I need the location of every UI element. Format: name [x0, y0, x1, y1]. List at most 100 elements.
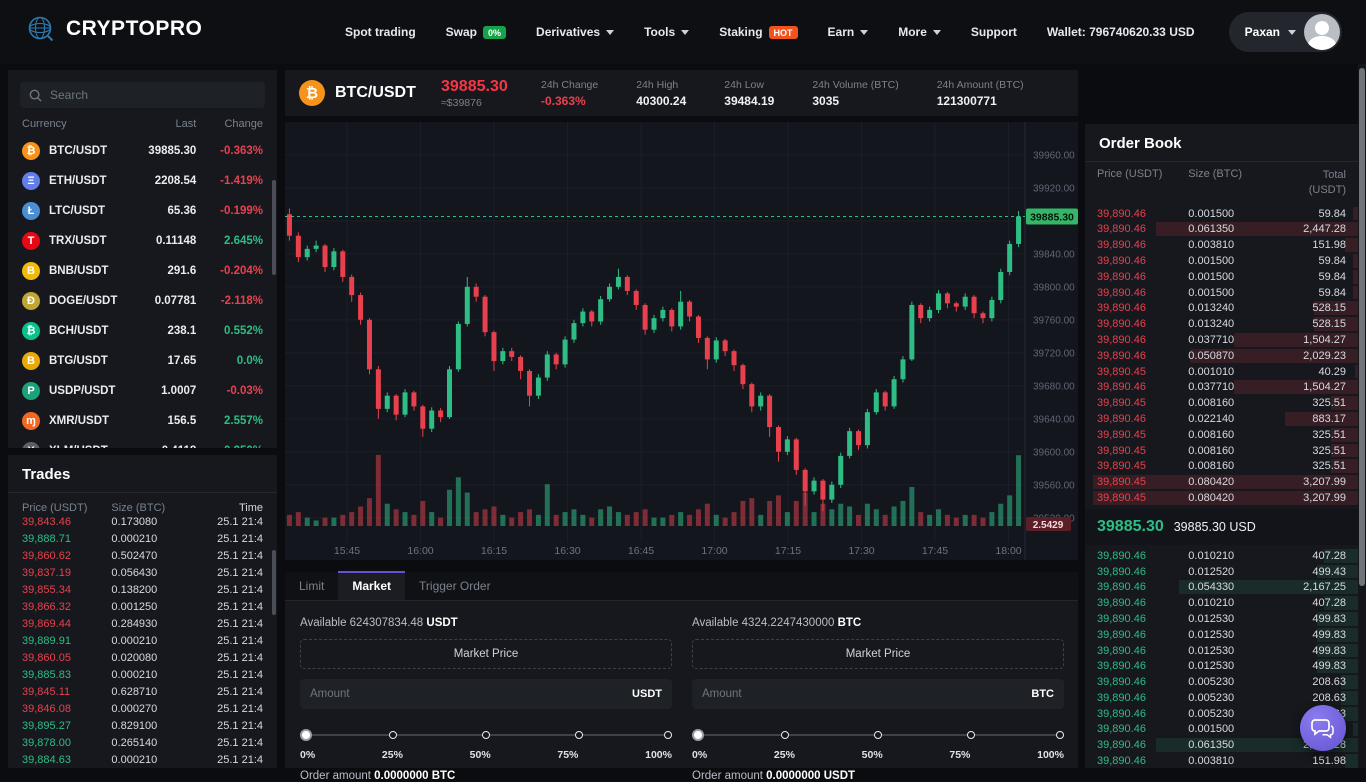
- bid-row[interactable]: 39,890.460.012530499.83: [1085, 611, 1358, 627]
- market-row[interactable]: ŁLTC/USDT65.36-0.199%: [8, 196, 277, 226]
- slider-knob-25[interactable]: [389, 731, 397, 739]
- trade-row[interactable]: 39,845.110.62871025.1 21:4: [8, 683, 277, 700]
- slider-knob-0[interactable]: [300, 729, 312, 741]
- trade-row[interactable]: 39,888.710.00021025.1 21:4: [8, 530, 277, 547]
- trades-scrollbar[interactable]: [272, 550, 276, 615]
- trade-row[interactable]: 39,860.620.50247025.1 21:4: [8, 547, 277, 564]
- trade-row[interactable]: 39,878.000.26514025.1 21:4: [8, 734, 277, 751]
- ask-row[interactable]: 39,890.460.0377101,504.27: [1085, 379, 1358, 395]
- market-row[interactable]: TTRX/USDT0.111482.645%: [8, 226, 277, 256]
- bid-row[interactable]: 39,890.460.005230208.63: [1085, 690, 1358, 706]
- tab-limit[interactable]: Limit: [285, 571, 338, 600]
- ask-row[interactable]: 39,890.450.008160325.51: [1085, 395, 1358, 411]
- slider-knob-0[interactable]: [692, 729, 704, 741]
- percent-slider[interactable]: [692, 729, 1064, 741]
- mid-price-row[interactable]: 39885.30 39885.30 USD: [1085, 509, 1358, 545]
- market-row[interactable]: XXLM/USDT0.41180.250%: [8, 436, 277, 448]
- bid-row[interactable]: 39,890.460.010210407.28: [1085, 595, 1358, 611]
- market-row[interactable]: ₿BTC/USDT39885.30-0.363%: [8, 136, 277, 166]
- ask-row[interactable]: 39,890.460.0613502,447.28: [1085, 221, 1358, 237]
- brand[interactable]: CRYPTOPRO: [26, 14, 202, 44]
- market-row[interactable]: BBTG/USDT17.650.0%: [8, 346, 277, 376]
- slider-knob-25[interactable]: [781, 731, 789, 739]
- bid-row[interactable]: 39,890.460.003810151.98: [1085, 753, 1358, 768]
- market-row[interactable]: ɱXMR/USDT156.52.557%: [8, 406, 277, 436]
- amount-field[interactable]: BTC: [692, 679, 1064, 709]
- percent-slider[interactable]: [300, 729, 672, 741]
- trade-row[interactable]: 39,846.080.00027025.1 21:4: [8, 700, 277, 717]
- ask-row[interactable]: 39,890.460.0377101,504.27: [1085, 332, 1358, 348]
- trade-row[interactable]: 39,895.270.82910025.1 21:4: [8, 717, 277, 734]
- ask-row[interactable]: 39,890.450.00101040.29: [1085, 364, 1358, 380]
- bid-row[interactable]: 39,890.460.012520499.43: [1085, 564, 1358, 580]
- search-box[interactable]: [20, 82, 265, 108]
- nav-item-tools[interactable]: Tools: [644, 25, 689, 39]
- ask-row[interactable]: 39,890.450.0804203,207.99: [1085, 474, 1358, 490]
- market-price-box[interactable]: Market Price: [300, 639, 672, 669]
- ask-row[interactable]: 39,890.450.0804203,207.99: [1085, 490, 1358, 506]
- ask-row[interactable]: 39,890.460.022140883.17: [1085, 411, 1358, 427]
- nav-item-staking[interactable]: StakingHOT: [719, 25, 797, 39]
- page-scrollbar-thumb[interactable]: [1359, 68, 1365, 586]
- trade-row[interactable]: 39,869.440.28493025.1 21:4: [8, 615, 277, 632]
- trade-row[interactable]: 39,885.830.00021025.1 21:4: [8, 666, 277, 683]
- bid-row[interactable]: 39,890.460.012530499.83: [1085, 658, 1358, 674]
- nav-item-spot-trading[interactable]: Spot trading: [345, 25, 416, 39]
- ask-row[interactable]: 39,890.460.00150059.84: [1085, 285, 1358, 301]
- bid-row[interactable]: 39,890.460.0543302,167.25: [1085, 579, 1358, 595]
- x-axis-tick: 16:00: [407, 545, 433, 557]
- bid-row[interactable]: 39,890.460.010210407.28: [1085, 548, 1358, 564]
- market-row[interactable]: PUSDP/USDT1.0007-0.03%: [8, 376, 277, 406]
- ask-row[interactable]: 39,890.450.008160325.51: [1085, 458, 1358, 474]
- trade-row[interactable]: 39,855.340.13820025.1 21:4: [8, 581, 277, 598]
- candlestick-chart[interactable]: 39960.0039920.0039880.0039840.0039800.00…: [285, 122, 1078, 560]
- bid-row[interactable]: 39,890.460.005230208.63: [1085, 674, 1358, 690]
- trade-row[interactable]: 39,884.630.00021025.1 21:4: [8, 751, 277, 768]
- amount-field[interactable]: USDT: [300, 679, 672, 709]
- user-menu[interactable]: Paxan: [1229, 12, 1342, 52]
- ask-row[interactable]: 39,890.460.00150059.84: [1085, 253, 1358, 269]
- ask-row[interactable]: 39,890.460.0508702,029.23: [1085, 348, 1358, 364]
- nav-item-swap[interactable]: Swap0%: [446, 25, 506, 39]
- ask-row[interactable]: 39,890.460.003810151.98: [1085, 237, 1358, 253]
- market-row[interactable]: BBNB/USDT291.6-0.204%: [8, 256, 277, 286]
- amount-input[interactable]: [310, 688, 632, 700]
- trade-row[interactable]: 39,860.050.02008025.1 21:4: [8, 649, 277, 666]
- slider-knob-50[interactable]: [874, 731, 882, 739]
- nav-item-support[interactable]: Support: [971, 25, 1017, 39]
- slider-knob-75[interactable]: [967, 731, 975, 739]
- tab-market[interactable]: Market: [338, 571, 405, 600]
- market-row[interactable]: ₿BCH/USDT238.10.552%: [8, 316, 277, 346]
- amount-input[interactable]: [702, 688, 1031, 700]
- tab-trigger-order[interactable]: Trigger Order: [405, 571, 505, 600]
- market-price-box[interactable]: Market Price: [692, 639, 1064, 669]
- bid-row[interactable]: 39,890.460.012530499.83: [1085, 627, 1358, 643]
- ask-row[interactable]: 39,890.460.013240528.15: [1085, 316, 1358, 332]
- chat-widget-button[interactable]: [1300, 705, 1346, 751]
- bid-row[interactable]: 39,890.460.012530499.83: [1085, 643, 1358, 659]
- markets-scrollbar[interactable]: [272, 180, 276, 275]
- ask-row[interactable]: 39,890.460.013240528.15: [1085, 300, 1358, 316]
- ask-row[interactable]: 39,890.450.008160325.51: [1085, 443, 1358, 459]
- nav-item-more[interactable]: More: [898, 25, 941, 39]
- search-input[interactable]: [50, 88, 230, 102]
- market-row[interactable]: ΞETH/USDT2208.54-1.419%: [8, 166, 277, 196]
- nav-item-wallet[interactable]: Wallet: 796740620.33 USD: [1047, 25, 1195, 39]
- slider-knob-75[interactable]: [575, 731, 583, 739]
- trade-row[interactable]: 39,889.910.00021025.1 21:4: [8, 632, 277, 649]
- market-row[interactable]: ÐDOGE/USDT0.07781-2.118%: [8, 286, 277, 316]
- ask-row[interactable]: 39,890.450.008160325.51: [1085, 427, 1358, 443]
- slider-knob-100[interactable]: [1056, 731, 1064, 739]
- slider-knob-100[interactable]: [664, 731, 672, 739]
- avatar[interactable]: [1304, 14, 1340, 50]
- market-last: 2208.54: [122, 175, 196, 187]
- page-scrollbar[interactable]: [1358, 64, 1366, 768]
- trade-row[interactable]: 39,843.460.17308025.1 21:4: [8, 513, 277, 530]
- ask-row[interactable]: 39,890.460.00150059.84: [1085, 269, 1358, 285]
- nav-item-earn[interactable]: Earn: [828, 25, 869, 39]
- slider-knob-50[interactable]: [482, 731, 490, 739]
- trade-row[interactable]: 39,837.190.05643025.1 21:4: [8, 564, 277, 581]
- ask-row[interactable]: 39,890.460.00150059.84: [1085, 206, 1358, 222]
- trade-row[interactable]: 39,866.320.00125025.1 21:4: [8, 598, 277, 615]
- nav-item-derivatives[interactable]: Derivatives: [536, 25, 614, 39]
